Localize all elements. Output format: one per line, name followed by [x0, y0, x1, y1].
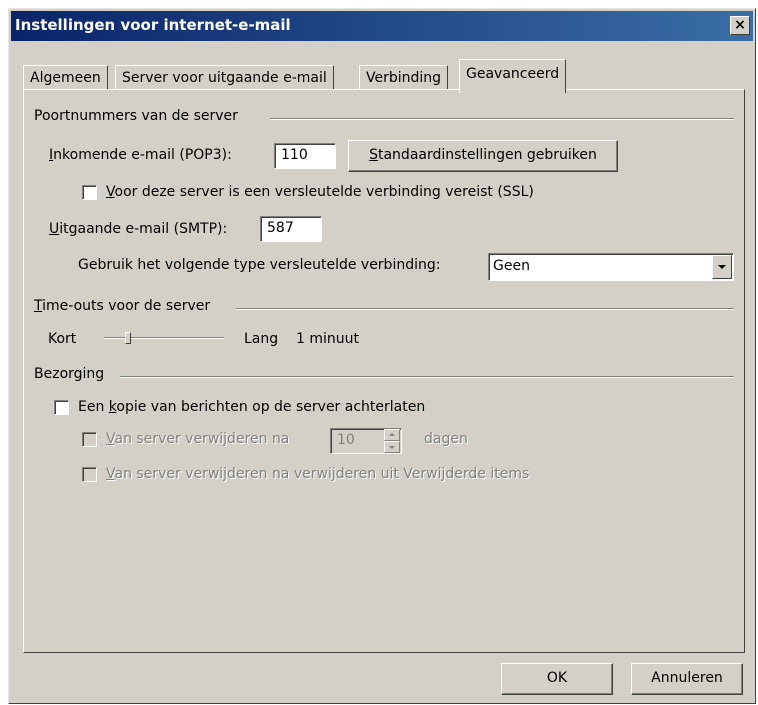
leave-copy-checkbox[interactable]	[54, 400, 69, 415]
tab-geavanceerd[interactable]: Geavanceerd	[459, 59, 567, 93]
cancel-button[interactable]: Annuleren	[631, 663, 743, 695]
encryption-type-select[interactable]: Geen	[488, 253, 734, 281]
ok-label: OK	[546, 670, 568, 686]
days-label: dagen	[424, 431, 468, 447]
group-divider	[236, 308, 734, 310]
tab-label: Server voor uitgaande e-mail	[122, 70, 327, 86]
group-divider	[270, 118, 734, 120]
remove-after-label: Van server verwijderen na	[106, 431, 290, 447]
tab-server-uitgaande[interactable]: Server voor uitgaande e-mail	[115, 65, 334, 91]
tab-panel-geavanceerd: Poortnummers van de server Inkomende e-m…	[23, 89, 745, 653]
remove-after-days-value: 10	[337, 432, 355, 448]
dialog-window: Instellingen voor internet-e-mail × Alge…	[8, 8, 756, 704]
timeout-value-label: 1 minuut	[296, 331, 359, 347]
chevron-down-icon[interactable]	[712, 255, 732, 279]
ssl-label: Voor deze server is een versleutelde ver…	[106, 184, 534, 200]
remove-after-checkbox[interactable]	[82, 432, 97, 447]
group-title-ports: Poortnummers van de server	[34, 108, 238, 124]
remove-deleted-checkbox[interactable]	[82, 467, 97, 482]
dialog-title: Instellingen voor internet-e-mail	[15, 16, 291, 34]
use-defaults-button[interactable]: Standaardinstellingen gebruiken	[348, 140, 618, 172]
cancel-label: Annuleren	[651, 670, 723, 686]
close-icon: ×	[734, 17, 746, 33]
remove-deleted-label: Van server verwijderen na verwijderen ui…	[106, 466, 530, 482]
ok-button[interactable]: OK	[501, 663, 613, 695]
incoming-port-input[interactable]: 110	[274, 143, 336, 169]
tab-verbinding[interactable]: Verbinding	[359, 65, 449, 91]
timeout-short-label: Kort	[48, 331, 77, 347]
group-title-timeouts: Time-outs voor de server	[34, 298, 211, 314]
timeout-slider-thumb[interactable]	[125, 332, 131, 344]
incoming-label: Inkomende e-mail (POP3):	[49, 147, 232, 163]
close-button[interactable]: ×	[730, 16, 750, 35]
days-spinner[interactable]	[384, 429, 400, 453]
spin-down-icon[interactable]	[384, 441, 400, 453]
ssl-checkbox[interactable]	[82, 185, 97, 200]
encryption-selected-value: Geen	[493, 258, 530, 274]
tab-label: Algemeen	[30, 70, 101, 86]
outgoing-label: Uitgaande e-mail (SMTP):	[49, 221, 228, 237]
tab-label: Verbinding	[366, 70, 442, 86]
timeout-long-label: Lang	[244, 331, 279, 347]
spin-up-icon[interactable]	[384, 429, 400, 441]
group-title-delivery: Bezorging	[34, 366, 105, 382]
tab-label: Geavanceerd	[466, 66, 560, 82]
group-divider	[120, 376, 734, 378]
tab-algemeen[interactable]: Algemeen	[23, 65, 108, 91]
timeout-slider-track[interactable]	[104, 337, 224, 339]
outgoing-port-value: 587	[267, 220, 294, 236]
outgoing-port-input[interactable]: 587	[260, 216, 322, 242]
incoming-port-value: 110	[281, 147, 308, 163]
title-bar[interactable]: Instellingen voor internet-e-mail ×	[11, 11, 753, 41]
leave-copy-label: Een kopie van berichten op de server ach…	[78, 399, 426, 415]
encryption-label: Gebruik het volgende type versleutelde v…	[78, 257, 441, 273]
